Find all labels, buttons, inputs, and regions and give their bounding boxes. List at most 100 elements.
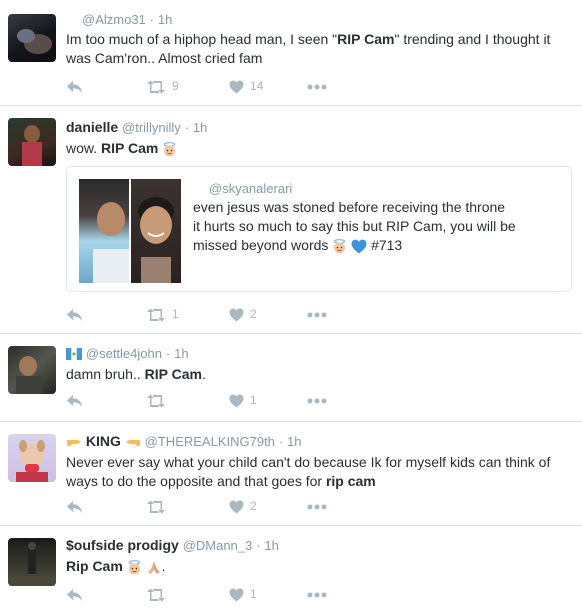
tweet-header: $oufside prodigy @DMann_3 · 1h	[66, 536, 568, 554]
reply-icon	[67, 500, 82, 513]
user-handle[interactable]: @THEREALKING79th	[145, 434, 275, 449]
tweet-header: @Alzmo31 · 1h	[66, 10, 568, 28]
heart-icon	[229, 588, 244, 602]
tweet-text: Never ever say what your child can't do …	[66, 454, 551, 489]
tweet-settle4john[interactable]: @settle4john · 1h damn bruh.. RIP Cam. 1	[0, 334, 582, 422]
retweet-button[interactable]: 1	[146, 304, 179, 324]
quoted-media-photo-2[interactable]	[131, 179, 181, 283]
separator: ·	[165, 346, 171, 361]
more-dots-icon	[307, 504, 327, 510]
timestamp[interactable]: 1h	[264, 538, 278, 553]
user-handle[interactable]: @Alzmo31	[82, 12, 146, 27]
highlight-keyword[interactable]: rip cam	[326, 473, 376, 489]
quoted-tweet[interactable]: @skyanalerari even jesus was stoned befo…	[66, 166, 572, 292]
more-button[interactable]	[307, 584, 327, 604]
retweet-button[interactable]	[146, 390, 172, 410]
avatar[interactable]	[8, 538, 56, 586]
retweet-icon	[147, 80, 165, 94]
pointing-left-hand-icon	[125, 440, 140, 447]
user-handle[interactable]: @DMann_3	[183, 538, 253, 553]
tweet-king[interactable]: KING @THEREALKING79th · 1h Never ever sa…	[0, 422, 582, 526]
more-dots-icon	[307, 592, 327, 598]
quoted-user-handle[interactable]: @skyanalerari	[209, 181, 292, 196]
angel-emoji-icon	[128, 559, 140, 575]
reply-icon	[67, 588, 82, 601]
heart-icon	[229, 80, 244, 94]
separator: ·	[149, 12, 155, 27]
heart-icon	[229, 308, 244, 322]
tweet-alzmo31[interactable]: @Alzmo31 · 1h Im too much of a hiphop he…	[0, 0, 582, 106]
praying-hands-icon	[147, 560, 160, 574]
tweet-text: wow. RIP Cam	[66, 139, 568, 158]
reply-icon	[67, 308, 82, 321]
pointing-right-hand-icon	[66, 440, 81, 447]
tweet-header: @settle4john · 1h	[66, 344, 568, 362]
blue-heart-icon	[351, 239, 367, 254]
like-count: 2	[250, 307, 257, 321]
reply-button[interactable]	[66, 76, 83, 96]
retweet-button[interactable]	[146, 496, 172, 516]
highlight-keyword[interactable]: RIP Cam	[145, 366, 202, 382]
more-button[interactable]	[307, 304, 327, 324]
retweet-icon	[147, 500, 165, 514]
user-name[interactable]: $oufside prodigy	[66, 537, 179, 553]
more-button[interactable]	[307, 496, 327, 516]
retweet-count: 1	[172, 307, 179, 321]
tweet-header: KING @THEREALKING79th · 1h	[66, 432, 568, 450]
retweet-icon	[147, 588, 165, 602]
reply-icon	[67, 394, 82, 407]
retweet-icon	[147, 308, 165, 322]
user-handle[interactable]: @trillynilly	[122, 120, 181, 135]
heart-icon	[229, 500, 244, 514]
quoted-media-photo-1[interactable]	[79, 179, 129, 283]
guatemala-flag-icon	[66, 348, 82, 361]
more-button[interactable]	[307, 76, 327, 96]
avatar[interactable]	[8, 434, 56, 482]
retweet-button[interactable]: 9	[146, 76, 179, 96]
user-handle[interactable]: @settle4john	[86, 346, 162, 361]
timestamp[interactable]: 1h	[158, 12, 172, 27]
highlight-keyword[interactable]: RIP Cam	[337, 31, 394, 47]
like-count: 1	[250, 393, 257, 407]
like-count: 2	[250, 499, 257, 513]
separator: ·	[184, 120, 189, 135]
angel-emoji-icon	[334, 238, 346, 254]
more-dots-icon	[307, 398, 327, 404]
like-button[interactable]: 2	[229, 496, 257, 516]
tweet-oufside-prodigy[interactable]: $oufside prodigy @DMann_3 · 1h Rip Cam .…	[0, 526, 582, 614]
like-button[interactable]: 1	[229, 584, 257, 604]
user-name[interactable]: KING	[86, 433, 121, 449]
separator: ·	[256, 538, 261, 553]
like-button[interactable]: 1	[229, 390, 257, 410]
avatar[interactable]	[8, 14, 56, 62]
timestamp[interactable]: 1h	[174, 346, 188, 361]
timestamp[interactable]: 1h	[287, 434, 301, 449]
more-button[interactable]	[307, 390, 327, 410]
quoted-text: even jesus was stoned before receiving t…	[193, 199, 516, 254]
reply-button[interactable]	[66, 496, 83, 516]
retweet-button[interactable]	[146, 584, 172, 604]
timestamp[interactable]: 1h	[193, 120, 207, 135]
tweet-danielle[interactable]: danielle @trillynilly · 1h wow. RIP Cam …	[0, 106, 582, 334]
separator: ·	[278, 434, 284, 449]
reply-button[interactable]	[66, 390, 83, 410]
like-count: 1	[250, 587, 257, 601]
avatar[interactable]	[8, 346, 56, 394]
tweet-actions: 1 2	[66, 304, 366, 324]
highlight-keyword[interactable]: Rip Cam	[66, 558, 123, 574]
user-name[interactable]: danielle	[66, 119, 118, 135]
like-count: 14	[250, 79, 264, 93]
retweet-icon	[147, 394, 165, 408]
like-button[interactable]: 14	[229, 76, 263, 96]
reply-button[interactable]	[66, 584, 83, 604]
reply-button[interactable]	[66, 304, 83, 324]
more-dots-icon	[307, 312, 327, 318]
highlight-keyword[interactable]: RIP Cam	[101, 140, 158, 156]
tweet-actions: 1	[66, 390, 366, 410]
hashtag[interactable]: #713	[371, 237, 402, 253]
tweet-actions: 1	[66, 584, 366, 604]
reply-icon	[67, 80, 82, 93]
like-button[interactable]: 2	[229, 304, 257, 324]
tweet-text: Rip Cam .	[66, 558, 166, 575]
avatar[interactable]	[8, 118, 56, 166]
